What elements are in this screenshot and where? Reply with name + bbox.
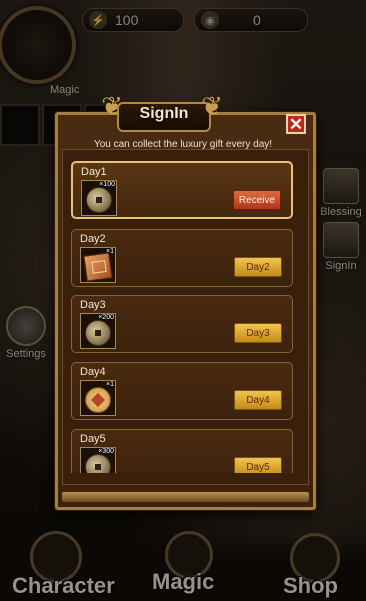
reward-slot[interactable]: ×1 xyxy=(80,247,116,283)
reward-quantity: ×300 xyxy=(98,448,114,455)
day-label: Day2 xyxy=(80,233,106,245)
seal-icon xyxy=(85,387,111,413)
reward-slot[interactable]: ×300 xyxy=(80,447,116,473)
dialog-title: SignIn xyxy=(139,105,189,122)
day-row: Day3 ×200 Day3 xyxy=(71,295,293,353)
receive-button[interactable]: Receive xyxy=(233,190,281,210)
signin-day-list[interactable]: Day1 ×100 Receive Day2 ×1 Day2 Day3 ×200… xyxy=(71,161,295,473)
day-label: Day5 xyxy=(80,433,106,445)
day5-button[interactable]: Day5 xyxy=(234,457,282,473)
day-row: Day5 ×300 Day5 xyxy=(71,429,293,473)
book-icon xyxy=(83,252,113,282)
day4-button[interactable]: Day4 xyxy=(234,390,282,410)
reward-quantity: ×200 xyxy=(98,314,114,321)
coin-icon xyxy=(86,187,112,213)
reward-slot[interactable]: ×100 xyxy=(81,180,117,216)
day-row: Day1 ×100 Receive xyxy=(71,161,293,219)
coin-icon xyxy=(85,454,111,473)
dialog-subtitle: You can collect the luxury gift every da… xyxy=(93,139,273,150)
reward-slot[interactable]: ×200 xyxy=(80,313,116,349)
day-row: Day2 ×1 Day2 xyxy=(71,229,293,287)
day3-button[interactable]: Day3 xyxy=(234,323,282,343)
day-label: Day3 xyxy=(80,299,106,311)
dialog-title-plate: ❦ ❦ SignIn xyxy=(97,92,227,132)
day-row: Day4 ×1 Day4 xyxy=(71,362,293,420)
day-label: Day4 xyxy=(80,366,106,378)
close-button[interactable]: ✕ xyxy=(286,114,306,134)
coin-icon xyxy=(85,320,111,346)
reward-quantity: ×100 xyxy=(99,181,115,188)
day-label: Day1 xyxy=(81,166,107,178)
day2-button[interactable]: Day2 xyxy=(234,257,282,277)
reward-quantity: ×1 xyxy=(106,381,114,388)
reward-quantity: ×1 xyxy=(106,248,114,255)
reward-slot[interactable]: ×1 xyxy=(80,380,116,416)
dialog-footer-rail xyxy=(62,492,309,502)
